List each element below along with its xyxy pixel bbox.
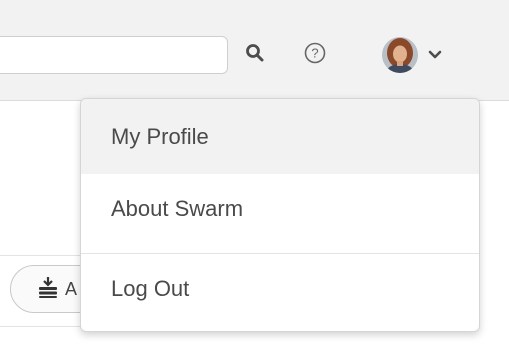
menu-item-label: My Profile	[111, 123, 209, 149]
menu-item-label: Log Out	[111, 276, 190, 301]
help-circle-icon: ?	[304, 42, 326, 69]
menu-item-label: About Swarm	[111, 196, 244, 221]
top-navigation-bar: ?	[0, 0, 509, 101]
search-button[interactable]	[240, 40, 270, 70]
search-icon	[245, 43, 265, 68]
user-menu-toggle[interactable]	[382, 34, 462, 76]
help-button[interactable]: ?	[300, 40, 330, 70]
divider	[0, 255, 90, 256]
divider	[0, 326, 90, 327]
menu-item-log-out[interactable]: Log Out	[81, 254, 479, 324]
add-button-label: A	[65, 278, 78, 299]
download-stack-icon	[37, 276, 59, 303]
svg-text:?: ?	[311, 45, 318, 60]
chevron-down-icon	[428, 50, 442, 60]
search-input[interactable]	[0, 36, 228, 74]
menu-item-my-profile[interactable]: My Profile	[81, 99, 479, 174]
user-dropdown-menu: My Profile About Swarm Log Out	[80, 98, 480, 332]
menu-item-about-swarm[interactable]: About Swarm	[81, 174, 479, 244]
avatar	[382, 37, 418, 73]
